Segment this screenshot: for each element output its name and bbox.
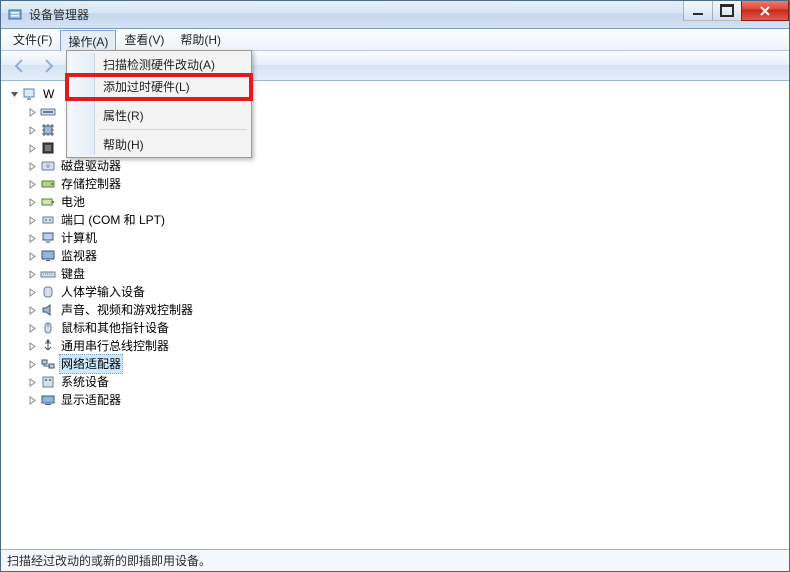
ide-icon	[40, 104, 56, 120]
expander-icon[interactable]	[25, 303, 39, 317]
action-dropdown: 扫描检测硬件改动(A) 添加过时硬件(L) 属性(R) 帮助(H)	[66, 50, 252, 158]
expander-icon[interactable]	[25, 285, 39, 299]
dd-add-legacy-hardware[interactable]: 添加过时硬件(L)	[69, 75, 249, 97]
dropdown-separator	[99, 100, 247, 101]
usb-icon	[40, 338, 56, 354]
expander-icon[interactable]	[7, 87, 21, 101]
status-text: 扫描经过改动的或新的即插即用设备。	[7, 552, 211, 569]
tree-node-network[interactable]: 网络适配器	[3, 355, 789, 373]
tree-node-usb[interactable]: 通用串行总线控制器	[3, 337, 789, 355]
storage-icon	[40, 176, 56, 192]
tree-node-port[interactable]: 端口 (COM 和 LPT)	[3, 211, 789, 229]
menu-help[interactable]: 帮助(H)	[172, 29, 229, 50]
keyboard-icon	[40, 266, 56, 282]
tree-node-label: 存储控制器	[59, 175, 123, 193]
tree-node-label: 监视器	[59, 247, 99, 265]
expander-icon[interactable]	[25, 375, 39, 389]
dd-scan-hardware[interactable]: 扫描检测硬件改动(A)	[69, 53, 249, 75]
tree-node-hid[interactable]: 人体学输入设备	[3, 283, 789, 301]
menubar: 文件(F) 操作(A) 查看(V) 帮助(H)	[1, 29, 789, 51]
tree-node-label: 显示适配器	[59, 391, 123, 409]
tree-node-monitor[interactable]: 监视器	[3, 247, 789, 265]
tree-node-storage[interactable]: 存储控制器	[3, 175, 789, 193]
expander-icon[interactable]	[25, 105, 39, 119]
expander-icon[interactable]	[25, 195, 39, 209]
tree-node-label: 网络适配器	[59, 354, 123, 374]
system-icon	[40, 374, 56, 390]
minimize-button[interactable]	[683, 1, 713, 21]
app-icon	[7, 7, 23, 23]
expander-icon[interactable]	[25, 321, 39, 335]
mouse-icon	[40, 320, 56, 336]
computer-icon	[22, 86, 38, 102]
tree-node-label: 系统设备	[59, 373, 111, 391]
expander-icon[interactable]	[25, 141, 39, 155]
cpu-icon	[40, 122, 56, 138]
tree-node-label: 声音、视频和游戏控制器	[59, 301, 195, 319]
hid-icon	[40, 284, 56, 300]
expander-icon[interactable]	[25, 177, 39, 191]
expander-icon[interactable]	[25, 249, 39, 263]
expander-icon[interactable]	[25, 267, 39, 281]
tree-node-label: 鼠标和其他指针设备	[59, 319, 171, 337]
menu-action[interactable]: 操作(A)	[60, 30, 116, 51]
network-icon	[40, 356, 56, 372]
status-bar: 扫描经过改动的或新的即插即用设备。	[1, 549, 789, 571]
expander-icon[interactable]	[25, 357, 39, 371]
sound-icon	[40, 302, 56, 318]
monitor-icon	[40, 248, 56, 264]
dd-properties[interactable]: 属性(R)	[69, 104, 249, 126]
tree-node-label: 计算机	[59, 229, 99, 247]
window-controls	[684, 1, 789, 21]
back-button[interactable]	[7, 54, 33, 78]
tree-node-label: 磁盘驱动器	[59, 157, 123, 175]
expander-icon[interactable]	[25, 339, 39, 353]
tree-node-label: 通用串行总线控制器	[59, 337, 171, 355]
tree-node-keyboard[interactable]: 键盘	[3, 265, 789, 283]
expander-icon[interactable]	[25, 213, 39, 227]
maximize-button[interactable]	[712, 1, 742, 21]
cpu2-icon	[40, 140, 56, 156]
tree-node-label: 人体学输入设备	[59, 283, 147, 301]
tree-node-label: 键盘	[59, 265, 87, 283]
forward-button[interactable]	[35, 54, 61, 78]
menu-file[interactable]: 文件(F)	[5, 29, 60, 50]
tree-node-battery[interactable]: 电池	[3, 193, 789, 211]
expander-icon[interactable]	[25, 231, 39, 245]
dd-help[interactable]: 帮助(H)	[69, 133, 249, 155]
menu-view[interactable]: 查看(V)	[116, 29, 172, 50]
tree-node-sound[interactable]: 声音、视频和游戏控制器	[3, 301, 789, 319]
tree-root-label: W	[41, 85, 56, 103]
dropdown-separator	[99, 129, 247, 130]
tree-node-mouse[interactable]: 鼠标和其他指针设备	[3, 319, 789, 337]
disk-icon	[40, 158, 56, 174]
battery-icon	[40, 194, 56, 210]
display-icon	[40, 392, 56, 408]
tree-node-system[interactable]: 系统设备	[3, 373, 789, 391]
window-title: 设备管理器	[29, 6, 89, 23]
expander-icon[interactable]	[25, 393, 39, 407]
tree-node-computer[interactable]: 计算机	[3, 229, 789, 247]
tree-node-label: 端口 (COM 和 LPT)	[59, 211, 167, 229]
close-button[interactable]	[741, 1, 789, 21]
expander-icon[interactable]	[25, 159, 39, 173]
tree-node-label: 电池	[59, 193, 87, 211]
titlebar: 设备管理器	[1, 1, 789, 29]
port-icon	[40, 212, 56, 228]
tree-node-display[interactable]: 显示适配器	[3, 391, 789, 409]
expander-icon[interactable]	[25, 123, 39, 137]
computer-icon	[40, 230, 56, 246]
tree-node-disk[interactable]: 磁盘驱动器	[3, 157, 789, 175]
